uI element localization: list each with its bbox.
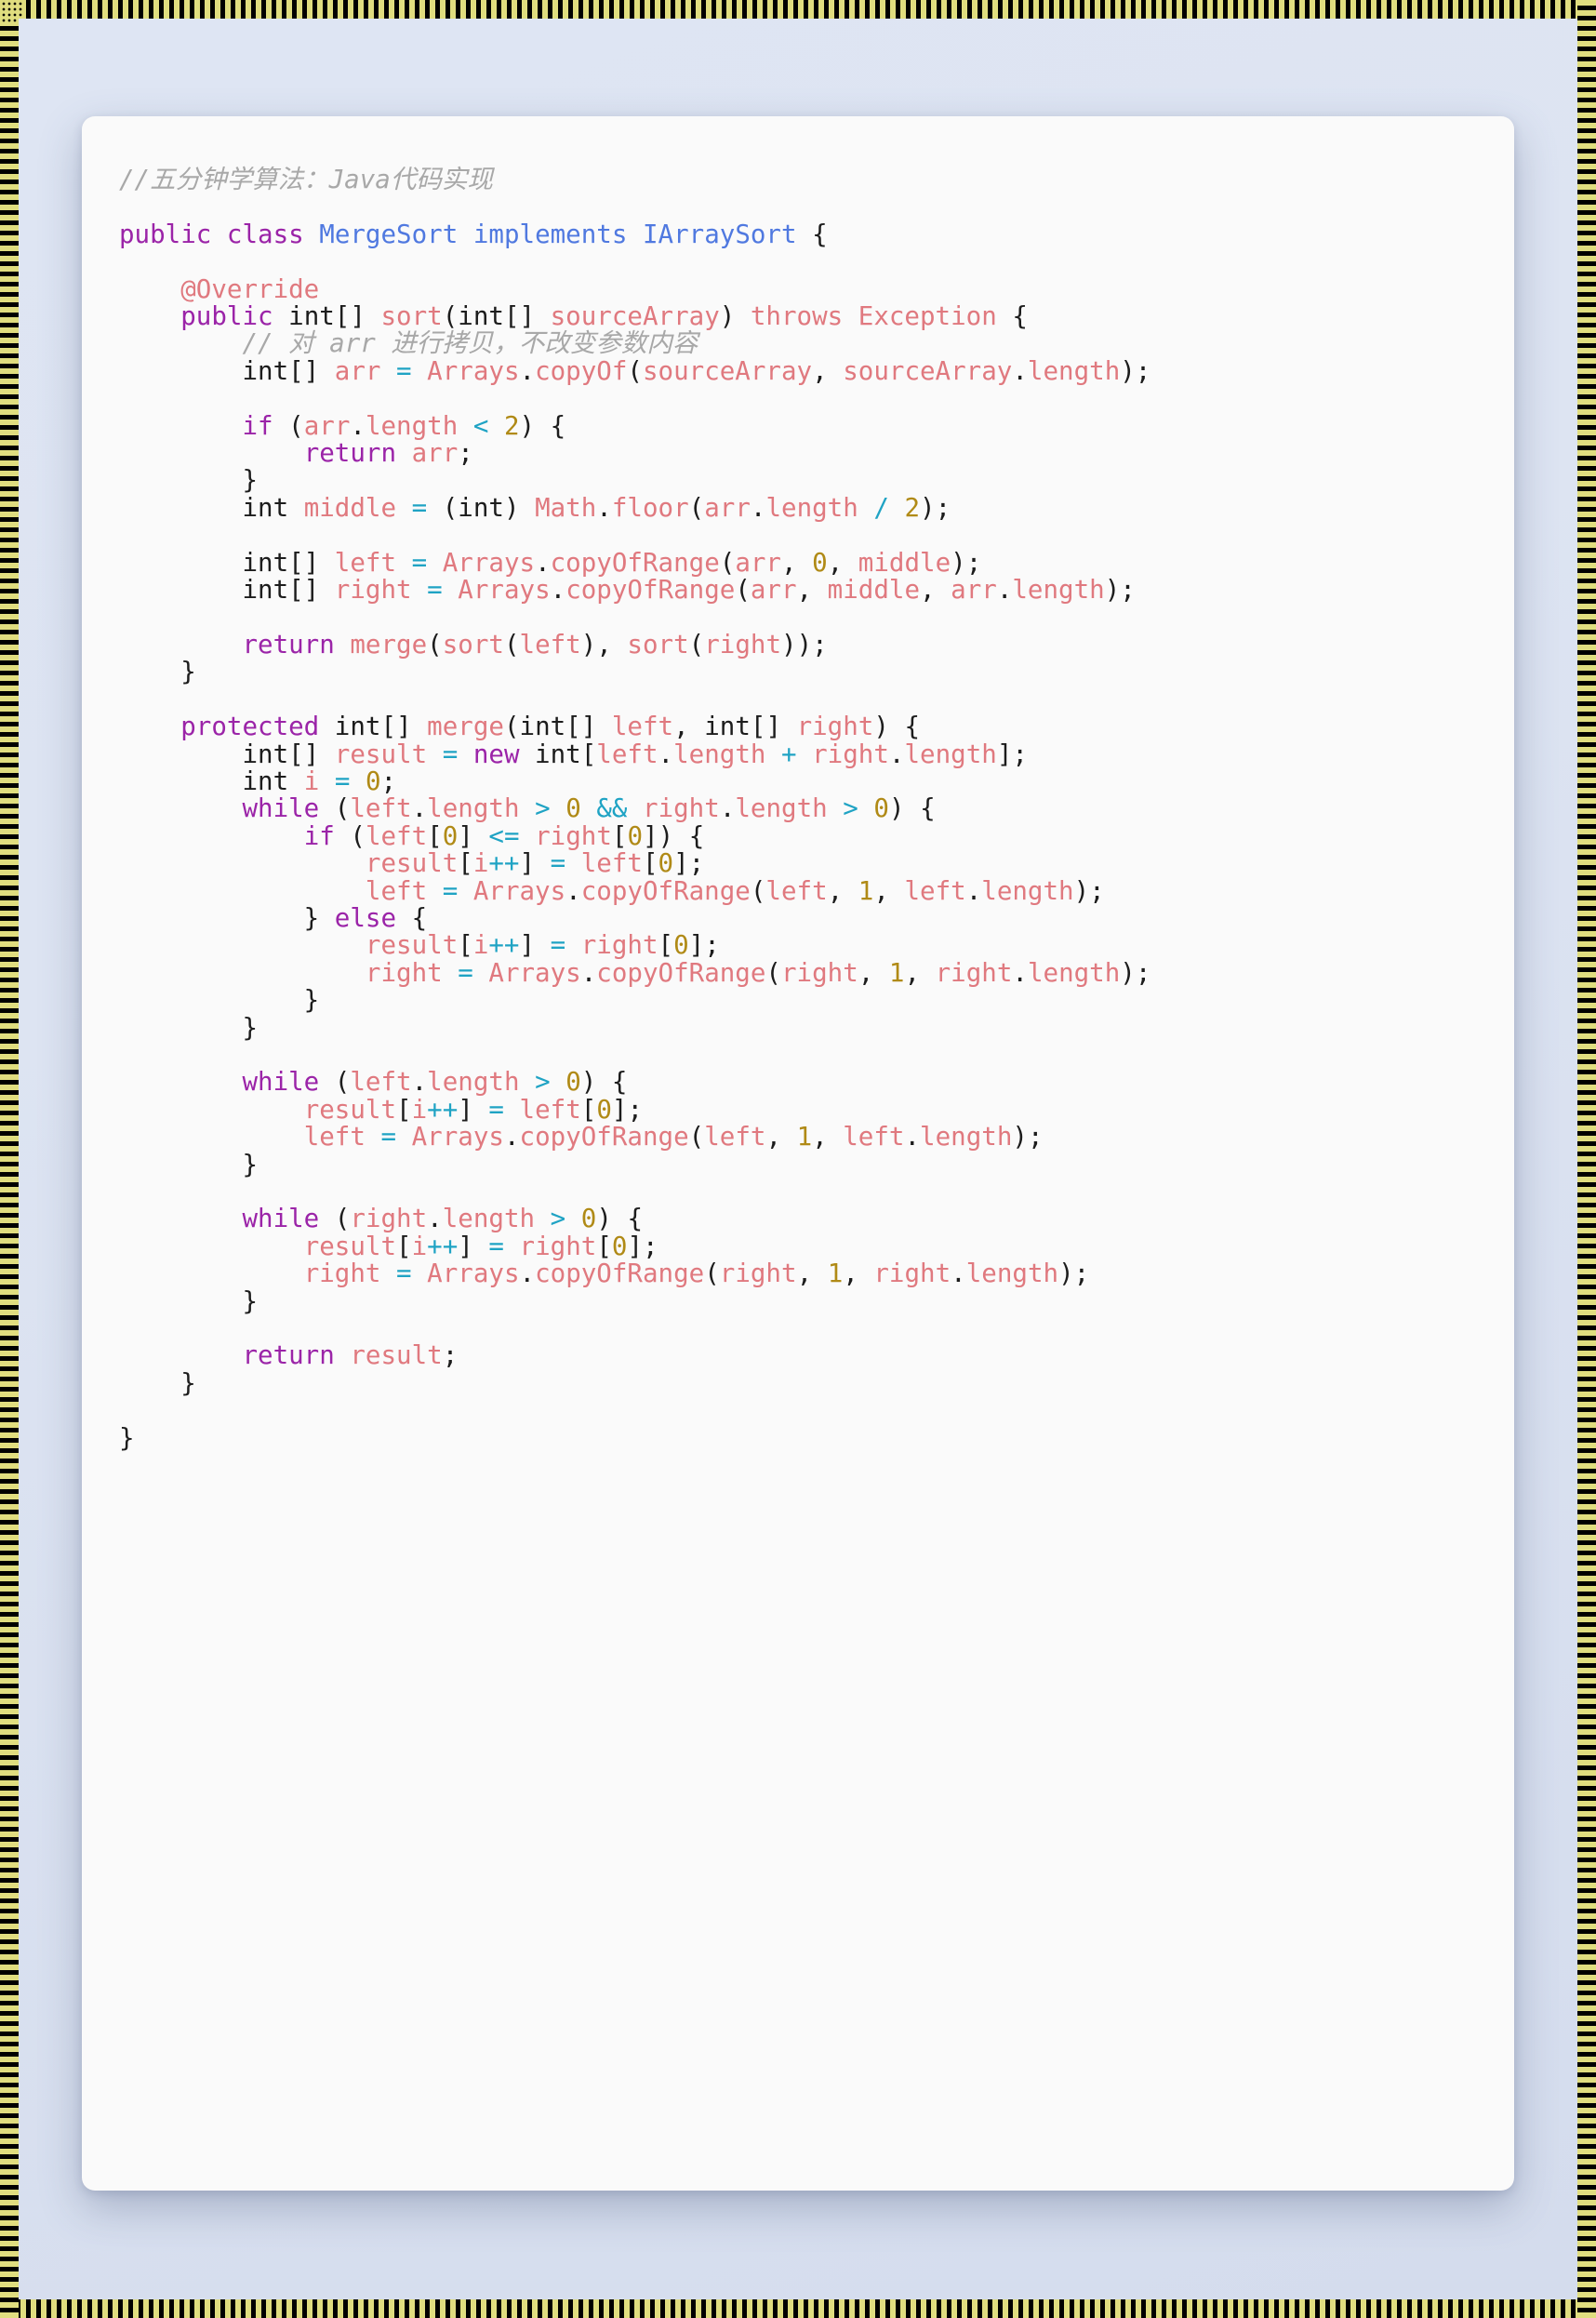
class-name-token: MergeSort bbox=[319, 219, 459, 249]
code-line: } bbox=[119, 1149, 259, 1179]
header-comment: //五分钟学算法：Java代码实现 bbox=[119, 165, 493, 194]
code-line: } bbox=[119, 1012, 259, 1043]
code-line: } bbox=[119, 465, 259, 496]
code-line: @Override bbox=[119, 273, 1477, 304]
page-background: //五分钟学算法：Java代码实现 public class MergeSort… bbox=[19, 19, 1577, 2299]
code-line: right = Arrays.copyOfRange(right, 1, rig… bbox=[303, 1259, 1090, 1289]
code-line: public class MergeSort implements IArray… bbox=[119, 219, 828, 249]
code-line: result[i++] = right[0]; bbox=[365, 930, 720, 961]
frame-border-bottom bbox=[0, 2299, 1596, 2318]
code-line: while (right.length > 0) { bbox=[242, 1204, 643, 1234]
code-line: int[] result = new int[left.length + rig… bbox=[119, 739, 1028, 769]
code-line: return result; bbox=[242, 1340, 459, 1371]
code-line: int[] left = Arrays.copyOfRange(arr, 0, … bbox=[119, 547, 982, 578]
code-line: while (left.length > 0) { bbox=[242, 1067, 628, 1098]
code-line: int middle = (int) Math.floor(arr.length… bbox=[119, 492, 951, 523]
code-block[interactable]: //五分钟学算法：Java代码实现 public class MergeSort… bbox=[82, 165, 1514, 1453]
code-line: // 对 arr 进行拷贝，不改变参数内容 bbox=[119, 330, 1477, 357]
override-annotation: @Override bbox=[180, 273, 320, 304]
inline-comment: // 对 arr 进行拷贝，不改变参数内容 bbox=[242, 328, 698, 359]
code-line: int[] arr = Arrays.copyOf(sourceArray, s… bbox=[119, 355, 1151, 386]
code-line: if (left[0] <= right[0]) { bbox=[303, 820, 705, 851]
code-card: //五分钟学算法：Java代码实现 public class MergeSort… bbox=[82, 116, 1514, 2191]
code-line: } else { bbox=[119, 902, 428, 933]
code-line: int[] right = Arrays.copyOfRange(arr, mi… bbox=[119, 575, 1136, 606]
code-line: result[i++] = right[0]; bbox=[303, 1231, 658, 1261]
code-line: } bbox=[119, 657, 196, 687]
code-line: while (left.length > 0 && right.length >… bbox=[242, 793, 936, 824]
code-line: } bbox=[119, 1367, 196, 1398]
code-line: right = Arrays.copyOfRange(right, 1, rig… bbox=[365, 957, 1151, 988]
code-line: result[i++] = left[0]; bbox=[303, 1094, 644, 1125]
code-line: } bbox=[119, 985, 320, 1016]
code-line: left = Arrays.copyOfRange(left, 1, left.… bbox=[365, 875, 1105, 906]
code-line: if (arr.length < 2) { bbox=[242, 410, 566, 441]
frame-border-right bbox=[1577, 0, 1596, 2318]
code-line: result[i++] = left[0]; bbox=[365, 848, 705, 879]
frame-border-top bbox=[0, 0, 1596, 19]
code-line: return merge(sort(left), sort(right)); bbox=[242, 629, 828, 659]
code-line: int i = 0; bbox=[119, 766, 397, 796]
code-line: return arr; bbox=[303, 438, 473, 469]
code-line: public int[] sort(int[] sourceArray) thr… bbox=[180, 301, 1028, 332]
decorative-frame: //五分钟学算法：Java代码实现 public class MergeSort… bbox=[0, 0, 1596, 2318]
interface-name-token: IArraySort bbox=[642, 219, 797, 249]
code-line: } bbox=[119, 1286, 259, 1316]
code-line: } bbox=[119, 1422, 135, 1453]
code-line: left = Arrays.copyOfRange(left, 1, left.… bbox=[303, 1122, 1044, 1152]
code-line: protected int[] merge(int[] left, int[] … bbox=[180, 712, 921, 742]
code-line: //五分钟学算法：Java代码实现 bbox=[119, 165, 1477, 194]
frame-border-left bbox=[0, 0, 19, 2318]
